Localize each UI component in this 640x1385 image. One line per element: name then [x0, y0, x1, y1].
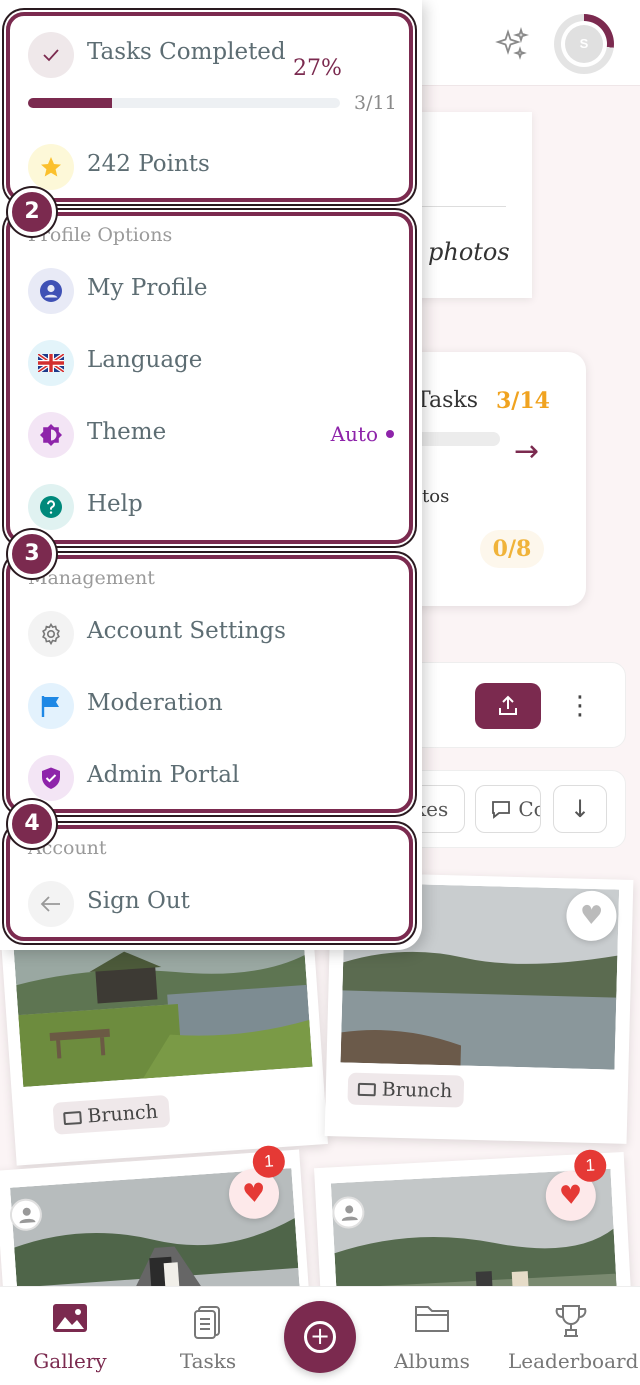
- add-photo-button[interactable]: +: [284, 1301, 356, 1373]
- comment-icon: [492, 801, 510, 819]
- album-tag-label: Brunch: [381, 1078, 453, 1103]
- theme-icon: [28, 412, 74, 458]
- step-marker: 3: [8, 530, 56, 578]
- moderation-label: Moderation: [87, 690, 223, 716]
- nav-leaderboard[interactable]: Leaderboard: [508, 1287, 639, 1385]
- nav-tasks[interactable]: Tasks: [158, 1287, 258, 1385]
- tasks-card-sub-count: 0/8: [480, 530, 544, 568]
- account-settings-item[interactable]: Account Settings: [28, 611, 398, 659]
- flag-icon: [28, 683, 74, 729]
- filter-comments-label: Co: [518, 797, 540, 821]
- sparkle-icon[interactable]: [494, 26, 530, 62]
- clipboard-icon: [194, 1306, 220, 1339]
- tasks-card-count: 3/14: [496, 388, 550, 414]
- profile-dropdown-menu: Tasks Completed 27% 3/11 242 Points 2 Pr…: [0, 0, 422, 950]
- photos-card-text: photos: [428, 238, 510, 266]
- stats-section: Tasks Completed 27% 3/11 242 Points: [6, 12, 413, 202]
- album-tag[interactable]: Brunch: [52, 1094, 171, 1135]
- sign-out-label: Sign Out: [87, 888, 190, 914]
- admin-portal-item[interactable]: Admin Portal: [28, 755, 398, 803]
- tasks-completed-percent: 27%: [293, 56, 342, 81]
- tasks-card-progress: [410, 432, 500, 446]
- folder-icon: [415, 1306, 449, 1332]
- arrow-right-icon[interactable]: →: [514, 434, 539, 469]
- upload-button[interactable]: [475, 683, 541, 729]
- theme-label: Theme: [87, 419, 167, 445]
- nav-albums[interactable]: Albums: [382, 1287, 482, 1385]
- uk-flag-icon: [28, 340, 74, 386]
- tasks-progress-count: 3/11: [354, 92, 397, 114]
- admin-portal-label: Admin Portal: [87, 762, 240, 788]
- nav-gallery-label: Gallery: [33, 1349, 107, 1373]
- image-icon: [53, 1304, 87, 1332]
- step-marker: 4: [8, 800, 56, 848]
- user-circle-icon: [28, 268, 74, 314]
- nav-tasks-label: Tasks: [179, 1349, 237, 1373]
- help-label: Help: [87, 491, 143, 517]
- profile-options-section: Profile Options My Profile Language Them…: [6, 212, 413, 544]
- shield-check-icon: [28, 755, 74, 801]
- theme-item[interactable]: Theme Auto: [28, 412, 398, 460]
- sort-down-icon[interactable]: ↓: [553, 785, 607, 833]
- theme-value-text: Auto: [330, 422, 378, 446]
- points-label: 242 Points: [87, 151, 210, 177]
- language-label: Language: [87, 347, 203, 373]
- album-tag[interactable]: Brunch: [347, 1072, 465, 1108]
- avatar[interactable]: S: [554, 14, 614, 74]
- upload-icon: [499, 695, 517, 715]
- bottom-nav: Gallery Tasks + Albums Leaderboard: [0, 1286, 640, 1385]
- nav-leaderboard-label: Leaderboard: [508, 1349, 639, 1373]
- step-marker: 2: [8, 188, 56, 236]
- tasks-completed-label: Tasks Completed: [87, 39, 286, 65]
- nav-gallery[interactable]: Gallery: [14, 1287, 126, 1385]
- folder-icon: [357, 1082, 376, 1097]
- filter-comments-chip[interactable]: Co: [475, 785, 541, 833]
- arrow-left-icon: [28, 881, 74, 927]
- tasks-card-label: Tasks: [416, 388, 478, 413]
- gear-icon: [28, 611, 74, 657]
- moderation-item[interactable]: Moderation: [28, 683, 398, 731]
- help-icon: [28, 484, 74, 530]
- check-icon: [28, 32, 74, 78]
- star-icon: [28, 144, 74, 190]
- avatar-initial: S: [565, 25, 603, 63]
- account-settings-label: Account Settings: [87, 618, 286, 644]
- tasks-card-sub: tos: [422, 486, 450, 507]
- help-item[interactable]: Help: [28, 484, 398, 532]
- album-tag-label: Brunch: [86, 1100, 159, 1128]
- tasks-completed-row[interactable]: Tasks Completed: [28, 32, 398, 80]
- management-section: Management Account Settings Moderation A…: [6, 555, 413, 813]
- my-profile-item[interactable]: My Profile: [28, 268, 398, 316]
- folder-icon: [63, 1110, 83, 1126]
- plus-icon: +: [304, 1321, 336, 1353]
- tasks-progress-fill: [28, 98, 113, 108]
- account-section: Account Sign Out: [6, 825, 413, 941]
- nav-albums-label: Albums: [394, 1349, 470, 1373]
- language-item[interactable]: Language: [28, 340, 398, 388]
- my-profile-label: My Profile: [87, 275, 208, 301]
- sign-out-item[interactable]: Sign Out: [28, 881, 398, 929]
- points-row[interactable]: 242 Points: [28, 144, 398, 192]
- more-vert-icon[interactable]: ⋮: [567, 685, 593, 727]
- trophy-icon: [555, 1305, 587, 1337]
- tasks-progress-bar: [28, 98, 340, 108]
- theme-value[interactable]: Auto: [331, 422, 394, 446]
